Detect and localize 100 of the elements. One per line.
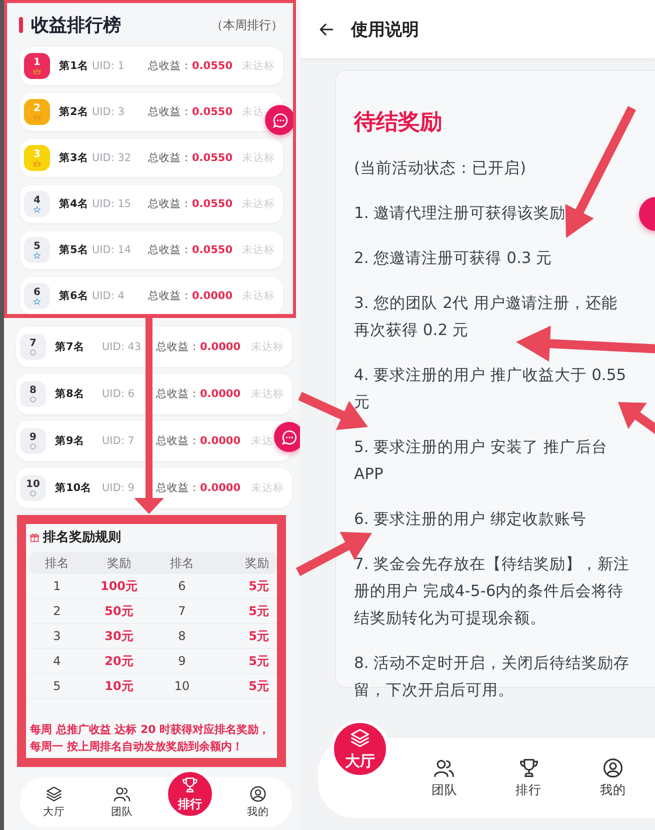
rules-title: 排名奖励规则 [43, 529, 121, 546]
table-cell-text: 20元 [104, 652, 134, 670]
nav-tab[interactable]: 大厅 [331, 720, 390, 778]
chat-button[interactable] [265, 105, 293, 135]
table-cell-text: 5元 [248, 628, 270, 644]
earnings-value: 0.0550 [192, 60, 233, 72]
uid-text: UID: 1 [92, 60, 126, 72]
period-label: （本周排行） [211, 16, 283, 34]
uid-text: UID: 43 [102, 341, 142, 353]
table-cell-text: 6 [177, 579, 187, 593]
earnings-value: 0.0000 [200, 435, 241, 447]
rule-text: 1. 邀请代理注册可获得该奖励 [354, 203, 567, 224]
earnings-value: 0.0550 [192, 106, 233, 118]
table-cell-text: 100元 [99, 578, 139, 594]
nav-tab[interactable]: 我的 [598, 738, 628, 818]
rule-text: 3. 您的团队 2代 用户邀请注册，还能再次获得 0.2 元 [354, 293, 618, 341]
rank-badge: 4 [24, 191, 50, 217]
chat-icon [280, 428, 298, 446]
back-icon[interactable] [318, 20, 335, 38]
table-cell-text: 2 [52, 604, 62, 618]
uid-text: UID: 14 [92, 244, 132, 256]
page-title: 使用说明 [351, 18, 419, 40]
chat-icon [272, 112, 288, 128]
rule-text: 8. 活动不定时开启，关闭后待结奖励存留，下次开启后可用。 [354, 653, 631, 701]
people-icon [433, 757, 456, 779]
rank-label: 第2名 [59, 105, 89, 119]
column-header: 奖励 [244, 554, 270, 572]
rank-badge: 6 [24, 283, 50, 309]
arrow-drawing [618, 402, 655, 436]
earnings-label: 总收益： [156, 340, 200, 354]
earnings-label: 总收益： [156, 387, 200, 401]
rank-badge: 1 [24, 53, 50, 79]
column-header: 奖励 [106, 554, 132, 572]
rank-badge: 5 [24, 237, 50, 263]
earnings-value: 0.0550 [192, 244, 233, 256]
uid-text: UID: 32 [92, 152, 132, 164]
user-icon [249, 785, 267, 803]
rank-badge: 2 [24, 99, 50, 125]
nav-tab[interactable]: 我的 [245, 777, 271, 827]
rank-label: 第6名 [59, 289, 89, 303]
earnings-value: 0.0550 [192, 198, 233, 210]
rank-label: 第3名 [59, 151, 89, 165]
table-cell-text: 8 [177, 629, 187, 643]
earnings-label: 总收益： [148, 197, 192, 211]
table-cell-text: 4 [52, 654, 62, 668]
nav-tab[interactable]: 大厅 [41, 777, 67, 827]
rank-badge: 10 [20, 475, 46, 501]
status-text: (当前活动状态：已开启) [354, 158, 528, 179]
column-header: 排名 [44, 554, 70, 572]
rule-text: 5. 要求注册的用户 安装了 推广后台 APP [354, 437, 609, 485]
title-accent-bar [19, 17, 23, 33]
trophy-icon [181, 776, 199, 794]
rank-badge: 9 [20, 428, 46, 454]
rank-label: 第9名 [55, 434, 86, 448]
earnings-value: 0.0000 [200, 482, 241, 494]
table-cell-text: 7 [177, 604, 187, 618]
table-cell-text: 5元 [248, 652, 270, 670]
rules-note: 每周 总推广收益 达标 20 时获得对应排名奖励，每周一 按上周排名自动发放奖励到余额内！ [30, 722, 271, 755]
earnings-label: 总收益： [148, 59, 192, 73]
nav-tab[interactable]: 排行 [514, 738, 544, 818]
table-cell-text: 5 [52, 679, 62, 693]
uid-text: UID: 9 [102, 482, 136, 494]
earnings-value: 0.0550 [192, 152, 233, 164]
table-cell-text: 5元 [248, 578, 270, 594]
section-heading: 待结奖励 [354, 109, 443, 137]
earnings-value: 0.0000 [200, 341, 241, 353]
nav-tab[interactable]: 团队 [109, 777, 135, 827]
uid-text: UID: 7 [102, 435, 136, 447]
table-cell-text: 30元 [104, 628, 134, 644]
layers-icon [349, 727, 372, 749]
earnings-label: 总收益： [148, 243, 192, 257]
table-cell-text: 9 [177, 654, 187, 668]
uid-text: UID: 6 [102, 388, 136, 400]
rule-text: 2. 您邀请注册可获得 0.3 元 [354, 248, 554, 269]
nav-tab[interactable]: 排行 [165, 769, 215, 819]
rank-label: 第10名 [55, 481, 93, 495]
arrow-drawing [298, 391, 368, 430]
user-icon [602, 757, 624, 779]
rule-text: 7. 奖金会先存放在【待结奖励】，新注册的用户 完成4-5-6内的条件后会将待结奖励转化为可提现余额。 [354, 554, 631, 629]
rank-badge: 7 [20, 334, 46, 360]
earnings-value: 0.0000 [200, 388, 241, 400]
earnings-value: 0.0000 [192, 290, 233, 302]
rank-label: 第4名 [59, 197, 89, 211]
uid-text: UID: 15 [92, 198, 132, 210]
table-cell-text: 5元 [248, 602, 270, 620]
rank-label: 第1名 [59, 59, 89, 73]
trophy-icon [518, 757, 540, 779]
rank-badge: 3 [24, 145, 50, 171]
column-header: 排名 [169, 554, 195, 572]
layers-icon [45, 785, 63, 803]
rank-label: 第5名 [59, 243, 89, 257]
earnings-label: 总收益： [148, 289, 192, 303]
table-cell-text: 3 [52, 629, 62, 643]
rank-badge: 8 [20, 381, 46, 407]
page-title: 收益排行榜 [31, 14, 121, 37]
earnings-label: 总收益： [156, 481, 200, 495]
uid-text: UID: 3 [92, 106, 126, 118]
nav-tab[interactable]: 团队 [429, 738, 460, 818]
earnings-label: 总收益： [156, 434, 200, 448]
rank-label: 第8名 [55, 387, 86, 401]
